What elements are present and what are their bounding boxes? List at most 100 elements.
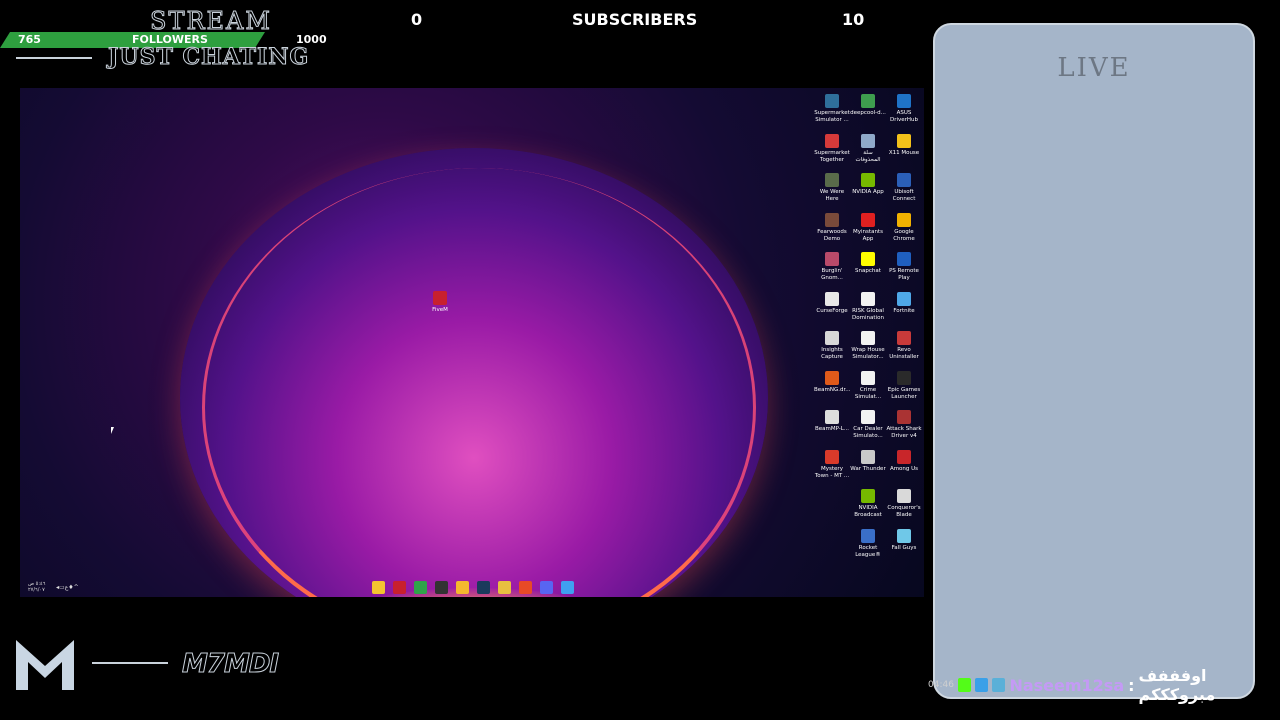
desktop-shortcut-label: Insights Capture (821, 347, 843, 360)
desktop-shortcut-label: RISK Global Domination (852, 307, 884, 321)
folder-icon[interactable] (498, 581, 511, 594)
desktop-shortcut[interactable]: Wrap House Simulator... (850, 331, 886, 361)
desktop-shortcut-label: Car Dealer Simulato... (853, 426, 883, 439)
app-shortcut-icon (897, 410, 911, 424)
accent-divider (16, 57, 92, 59)
app-shortcut-icon (897, 291, 911, 306)
app-shortcut-icon (825, 331, 839, 345)
fivem-desktop-shortcut[interactable]: FiveM (430, 291, 450, 313)
desktop-shortcut[interactable]: Car Dealer Simulato... (850, 410, 886, 440)
app-shortcut-icon (825, 410, 839, 424)
desktop-shortcut[interactable]: Attack Shark Driver v4 (886, 410, 922, 440)
stream-title: STREAM (150, 7, 272, 35)
desktop-shortcut-label: War Thunder (850, 465, 886, 472)
taskbar-apps (372, 581, 574, 594)
desktop-shortcut[interactable]: Burglin' Gnom... (814, 252, 850, 282)
file-explorer-icon[interactable] (372, 581, 385, 594)
desktop-shortcut-label: BeamNG.dr... (814, 386, 851, 393)
app-shortcut-icon (897, 212, 911, 227)
desktop-shortcut[interactable]: RISK Global Domination (850, 291, 886, 322)
streamer-name: M7MDI (181, 649, 279, 680)
desktop-shortcut[interactable]: Among Us (886, 449, 922, 473)
app-shortcut-icon (897, 370, 911, 385)
subscribers-right-count: 10 (842, 10, 865, 29)
desktop-shortcut[interactable]: X11 Mouse (886, 133, 922, 157)
m7mdi-logo-icon (16, 640, 74, 690)
obs-icon[interactable] (435, 581, 448, 594)
desktop-shortcut[interactable]: Revo Uninstaller (886, 331, 922, 361)
desktop-shortcut[interactable]: Snapchat (850, 252, 886, 275)
desktop-shortcut[interactable]: Fortnite (886, 291, 922, 315)
desktop-shortcut[interactable]: Myinstants App (850, 212, 886, 243)
system-tray[interactable]: ◂▭ع♦^ (56, 584, 79, 591)
desktop-shortcut[interactable]: Google Chrome (886, 212, 922, 243)
desktop-shortcut[interactable]: BeamNG.dr... (814, 370, 851, 394)
app-shortcut-icon (825, 449, 839, 464)
app-shortcut-icon (861, 94, 875, 108)
desktop-shortcut-label: NVIDIA Broadcast (854, 505, 882, 518)
app-shortcut-icon (897, 94, 911, 108)
app-shortcut-icon (897, 331, 911, 345)
app-shortcut-icon (825, 94, 839, 108)
app-shortcut-icon (861, 489, 875, 503)
desktop-shortcut[interactable]: Ubisoft Connect (886, 173, 922, 203)
app-shortcut-icon (897, 173, 911, 187)
discord-icon[interactable] (540, 581, 553, 594)
desktop-shortcut[interactable]: CurseForge (814, 291, 850, 315)
desktop-shortcut[interactable]: NVIDIA Broadcast (850, 489, 886, 519)
stream-category: JUST CHATING (107, 44, 310, 71)
desktop-shortcut[interactable]: Insights Capture (814, 331, 850, 361)
desktop-shortcut[interactable]: Crime Simulat... (850, 370, 886, 401)
desktop-shortcut[interactable]: Mystery Town - MT ... (814, 449, 850, 480)
desktop-shortcut-label: Burglin' Gnom... (821, 268, 843, 281)
desktop-shortcut[interactable]: Supermarket Together (814, 133, 850, 164)
chrome-icon[interactable] (414, 581, 427, 594)
desktop-shortcut[interactable]: Rocket League® (850, 528, 886, 559)
desktop-shortcut[interactable]: deepcool-d... (850, 94, 886, 117)
desktop-shortcut[interactable]: We Were Here (814, 173, 850, 203)
desktop-shortcut-label: Rocket League® (855, 544, 881, 558)
app-shortcut-icon (861, 252, 875, 266)
followers-current: 765 (18, 33, 41, 46)
app-shortcut-icon (825, 133, 839, 148)
fivem-taskbar-icon[interactable] (393, 581, 406, 594)
app-shortcut-icon (825, 370, 839, 385)
app-shortcut-icon (861, 331, 875, 345)
desktop-shortcut-label: Attack Shark Driver v4 (886, 426, 922, 439)
desktop-shortcut[interactable]: Conqueror's Blade (886, 489, 922, 519)
app-shortcut-icon (825, 252, 839, 266)
desktop-shortcut-label: ASUS DriverHub (889, 110, 919, 123)
subscribers-left-count: 0 (411, 10, 423, 29)
verified-badge-icon (975, 678, 989, 692)
desktop-shortcut[interactable]: Epic Games Launcher (886, 370, 922, 401)
desktop-shortcut-label: Revo Uninstaller (889, 347, 919, 360)
desktop-shortcut-label: سلة المحذوفات (855, 149, 881, 163)
snapchat-taskbar-icon[interactable] (456, 581, 469, 594)
desktop-shortcut[interactable]: Fall Guys (886, 528, 922, 552)
desktop-shortcut[interactable]: سلة المحذوفات (850, 133, 886, 164)
desktop-shortcut[interactable]: Supermarket Simulator ... (814, 94, 850, 124)
desktop-shortcut[interactable]: Fearwoods Demo (814, 212, 850, 243)
app-shortcut-icon (897, 449, 911, 464)
live-label: LIVE (1057, 53, 1131, 83)
app-shortcut-icon (897, 528, 911, 543)
desktop-capture: FiveM Supermarket Simulator ... deepcool-… (20, 88, 924, 597)
desktop-shortcut-label: Among Us (889, 465, 919, 472)
desktop-shortcut[interactable]: BeamMP-L... (814, 410, 850, 433)
desktop-shortcut[interactable]: NVIDIA App (850, 173, 886, 196)
desktop-shortcut[interactable]: ASUS DriverHub (886, 94, 922, 124)
steam-icon[interactable] (477, 581, 490, 594)
brave-icon[interactable] (519, 581, 532, 594)
desktop-shortcut-label: Snapchat (855, 268, 881, 274)
desktop-shortcut-label: Google Chrome (893, 228, 915, 242)
chat-timestamp: 04:46 (928, 680, 954, 690)
desktop-shortcut-label: Fortnite (893, 307, 915, 314)
desktop-shortcut[interactable]: War Thunder (850, 449, 886, 473)
app-shortcut-icon (897, 252, 911, 266)
kick-badge-icon (957, 678, 972, 692)
chat-username[interactable]: Naseem12sa (1009, 676, 1124, 695)
windows-icon[interactable] (561, 581, 574, 594)
tray-chevron-icon[interactable]: ^ (74, 584, 79, 591)
desktop-shortcut[interactable]: PS Remote Play (886, 252, 922, 282)
taskbar-clock[interactable]: ٥:٤٦ ص ٢٧/٦/٠٧ (28, 581, 45, 593)
